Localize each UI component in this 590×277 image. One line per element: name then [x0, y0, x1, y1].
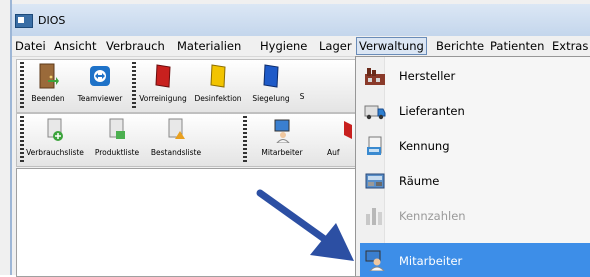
siegelung-label: Siegelung [252, 94, 290, 103]
truck-icon [364, 105, 386, 120]
menu-berichte[interactable]: Berichte [436, 39, 484, 53]
employee-computer-icon [274, 119, 291, 144]
employee-icon [365, 250, 385, 271]
door-exit-icon [39, 63, 59, 89]
menu-item-hersteller[interactable]: Hersteller [360, 61, 590, 91]
toolbar-lists: Verbrauchsliste Produktliste Bestandslis… [16, 113, 360, 167]
auf-label: Auf [327, 148, 340, 157]
menu-item-kennzahlen: Kennzahlen [360, 201, 590, 231]
rooms-icon [365, 173, 385, 189]
menu-materialien[interactable]: Materialien [177, 39, 241, 53]
bar-chart-icon [366, 208, 382, 225]
id-stack-icon [367, 136, 382, 155]
menu-datei[interactable]: Datei [15, 39, 46, 53]
red-book-icon [155, 64, 171, 88]
desinfektion-button[interactable]: Desinfektion [191, 62, 245, 110]
beenden-label: Beenden [31, 94, 65, 103]
consumption-list-icon [47, 118, 63, 141]
product-list-icon [109, 118, 125, 139]
mitarbeiter-toolbar-button[interactable]: Mitarbeiter [255, 116, 309, 164]
menu-item-kennung[interactable]: Kennung [360, 131, 590, 161]
blue-book-icon [263, 64, 279, 88]
toolbar-grip[interactable] [20, 62, 24, 108]
partial-label: S [299, 92, 305, 101]
pointer-arrow [256, 189, 354, 261]
menu-extras[interactable]: Extras [552, 39, 588, 53]
verbrauchsliste-label: Verbrauchsliste [26, 148, 84, 157]
produktliste-button[interactable]: Produktliste [91, 116, 143, 164]
teamviewer-icon [90, 66, 110, 86]
menu-item-raeume[interactable]: Räume [360, 166, 590, 196]
auf-button[interactable]: Auf [323, 116, 359, 164]
yellow-book-icon [210, 64, 226, 88]
desinfektion-label: Desinfektion [194, 94, 242, 103]
vorreinigung-label: Vorreinigung [139, 94, 187, 103]
siegelung-button[interactable]: Siegelung [249, 62, 293, 110]
menu-patienten[interactable]: Patienten [490, 39, 544, 53]
factory-icon [365, 68, 385, 85]
verbrauchsliste-button[interactable]: Verbrauchsliste [23, 116, 87, 164]
menu-verbrauch[interactable]: Verbrauch [106, 39, 165, 53]
menu-item-label: Mitarbeiter [399, 254, 463, 268]
menu-item-mitarbeiter[interactable]: Mitarbeiter [360, 243, 590, 277]
toolbar-main: Beenden Teamviewer Vorreinigung Desinfek… [16, 59, 360, 113]
menu-hygiene[interactable]: Hygiene [260, 39, 307, 53]
mitarbeiter-toolbar-label: Mitarbeiter [261, 148, 303, 157]
verwaltung-dropdown: Hersteller Lieferanten Kennung Räume Ken… [355, 56, 590, 277]
menu-ansicht[interactable]: Ansicht [54, 39, 96, 53]
menu-item-label: Räume [399, 174, 440, 188]
menu-item-lieferanten[interactable]: Lieferanten [360, 96, 590, 126]
bestandsliste-label: Bestandsliste [150, 148, 202, 157]
menu-item-label: Kennzahlen [399, 209, 466, 223]
toolbar-grip[interactable] [243, 116, 247, 162]
window-title: DIOS [38, 14, 66, 27]
menu-item-label: Lieferanten [399, 104, 465, 118]
partial-icon [344, 121, 352, 139]
teamviewer-button[interactable]: Teamviewer [73, 62, 127, 110]
teamviewer-label: Teamviewer [77, 94, 123, 103]
app-window: DIOS Datei Ansicht Verbrauch Materialien… [0, 0, 590, 277]
menu-item-label: Hersteller [399, 69, 456, 83]
menu-lager[interactable]: Lager [319, 39, 352, 53]
beenden-button[interactable]: Beenden [27, 62, 69, 110]
bestandsliste-button[interactable]: Bestandsliste [147, 116, 205, 164]
stock-list-icon [168, 118, 185, 139]
menu-item-label: Kennung [399, 139, 450, 153]
title-bar[interactable]: DIOS [12, 4, 590, 36]
app-icon [15, 14, 33, 28]
menu-verwaltung[interactable]: Verwaltung [356, 37, 427, 55]
produktliste-label: Produktliste [94, 148, 140, 157]
toolbar-grip[interactable] [132, 62, 136, 108]
vorreinigung-button[interactable]: Vorreinigung [137, 62, 189, 110]
menu-bar: Datei Ansicht Verbrauch Materialien Hygi… [12, 36, 590, 57]
partial-button[interactable]: S [295, 62, 309, 110]
